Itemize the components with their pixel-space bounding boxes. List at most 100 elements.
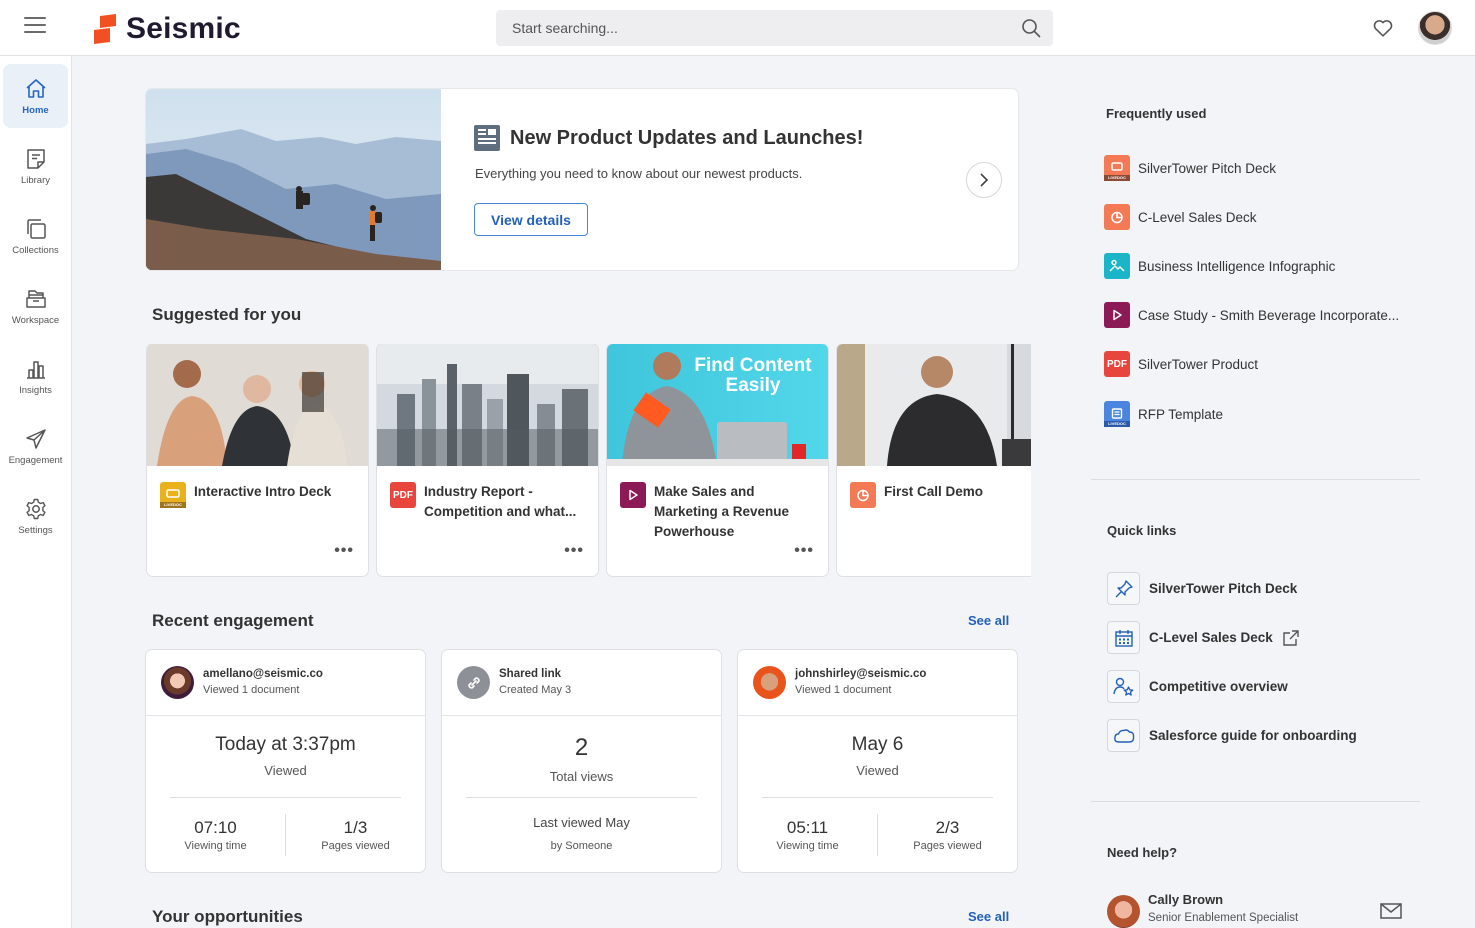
collections-icon [26,218,46,239]
settings-icon [25,498,46,519]
favorites-heart-icon[interactable] [1372,17,1394,39]
more-options-icon[interactable]: ••• [564,542,584,560]
engagement-subtitle: Created May 3 [499,684,572,696]
engagement-card[interactable]: Shared link Created May 3 2 Total views … [442,650,721,872]
user-star-icon [1112,677,1133,696]
sidebar-item-settings[interactable]: Settings [3,484,68,548]
mail-icon[interactable] [1380,903,1402,919]
cloud-icon [1113,728,1134,743]
suggested-item-name: First Call Demo [884,484,984,499]
image-file-icon [1104,253,1130,279]
more-options-icon[interactable]: ••• [334,542,354,560]
opportunities-section-title: Your opportunities [152,907,303,926]
engagement-contact: Shared link [499,668,561,680]
viewing-time-value: 05:11 [786,818,829,837]
newspaper-icon [474,125,500,151]
user-avatar[interactable] [1418,11,1452,45]
pages-viewed-value: 1/3 [343,818,368,837]
suggested-card[interactable]: Find Content Easily Make Sales and Marke… [607,344,828,576]
help-contact-name: Cally Brown [1148,892,1224,907]
brand-logo[interactable]: Seismic [92,12,241,46]
frequently-used-item[interactable]: Case Study - Smith Beverage Incorporate.… [1104,302,1399,328]
workspace-icon [25,289,46,308]
engagement-primary-value: May 6 [851,734,904,755]
contact-avatar [753,666,786,699]
hero-image [146,89,441,270]
divider [170,797,401,798]
suggested-thumbnail [377,344,598,466]
sidebar-item-insights[interactable]: Insights [3,344,68,408]
frequently-used-item[interactable]: LIVEDOC SilverTower Pitch Deck [1104,155,1276,181]
quick-link-item[interactable]: SilverTower Pitch Deck [1107,572,1297,605]
engagement-card[interactable]: amellano@seismic.co Viewed 1 document To… [146,650,425,872]
last-viewed-text: Last viewed May [533,815,630,830]
quick-links-title: Quick links [1107,523,1177,538]
pdf-file-icon: PDF [1104,351,1130,377]
quick-link-item[interactable]: C-Level Sales Deck [1107,621,1300,654]
insights-icon [26,360,45,379]
pages-viewed-label: Pages viewed [321,840,390,852]
menu-icon[interactable] [24,17,46,35]
video-file-icon [620,482,646,508]
total-views-value: 2 [574,734,589,761]
video-file-icon [1104,302,1130,328]
suggested-thumbnail [147,344,368,466]
search-bar [496,10,1053,46]
view-details-button[interactable]: View details [474,203,588,236]
suggested-thumbnail: Find Content Easily [607,344,828,466]
suggested-card[interactable]: LIVEDOC Interactive Intro Deck ••• [147,344,368,576]
library-icon [26,148,45,169]
livedoc-file-icon: LIVEDOC [1104,401,1130,427]
livedoc-file-icon: LIVEDOC [160,482,186,508]
pin-icon [1115,579,1133,597]
suggested-item-name: Interactive Intro Deck [194,484,332,499]
search-input[interactable] [496,10,1053,46]
sidebar-item-library[interactable]: Library [3,134,68,198]
opportunities-see-all-link[interactable]: See all [968,909,1009,924]
sidebar-item-home[interactable]: Home [3,64,68,128]
quick-link-item[interactable]: Salesforce guide for onboarding [1107,719,1357,752]
frequently-used-title: Frequently used [1106,106,1207,121]
engagement-contact: johnshirley@seismic.co [795,668,927,680]
engagement-primary-label: Viewed [856,763,899,778]
hero-title-row: New Product Updates and Launches! [474,125,863,151]
suggested-card[interactable]: PDF Industry Report - Competition and wh… [377,344,598,576]
suggested-carousel: LIVEDOC Interactive Intro Deck ••• PDF I… [146,344,1031,579]
sidebar-item-collections[interactable]: Collections [3,204,68,268]
suggested-thumbnail [837,344,1031,466]
divider [762,797,993,798]
calendar-icon [1114,629,1133,647]
sidebar-item-workspace[interactable]: Workspace [3,274,68,338]
chevron-right-icon [980,173,989,187]
presentation-file-icon [850,482,876,508]
divider [466,797,697,798]
top-bar: Seismic [0,0,1475,56]
quick-link-item[interactable]: Competitive overview [1107,670,1288,703]
suggested-card[interactable]: First Call Demo ••• [837,344,1031,576]
engagement-contact: amellano@seismic.co [203,668,323,680]
frequently-used-item[interactable]: C-Level Sales Deck [1104,204,1257,230]
help-contact-avatar [1107,895,1140,928]
sidebar-item-label: Settings [18,524,53,536]
frequently-used-item[interactable]: Business Intelligence Infographic [1104,253,1335,279]
link-icon [457,666,490,699]
search-icon[interactable] [1021,18,1041,38]
external-link-icon[interactable] [1282,629,1300,647]
hero-title: New Product Updates and Launches! [510,126,864,149]
pdf-file-icon: PDF [390,482,416,508]
engagement-primary-value: Today at 3:37pm [215,734,356,755]
frequently-used-item[interactable]: PDF SilverTower Product [1104,351,1258,377]
viewing-time-label: Viewing time [776,840,839,852]
hero-next-button[interactable] [966,162,1002,198]
more-options-icon[interactable]: ••• [794,542,814,560]
engagement-icon [25,428,46,449]
hero-description: Everything you need to know about our ne… [475,166,803,181]
engagement-subtitle: Viewed 1 document [203,684,300,696]
sidebar-item-label: Insights [19,384,52,396]
livedoc-file-icon: LIVEDOC [1104,155,1130,181]
frequently-used-item[interactable]: LIVEDOC RFP Template [1104,401,1223,427]
pages-viewed-label: Pages viewed [913,840,982,852]
engagement-see-all-link[interactable]: See all [968,613,1009,628]
engagement-card[interactable]: johnshirley@seismic.co Viewed 1 document… [738,650,1017,872]
sidebar-item-engagement[interactable]: Engagement [3,414,68,478]
